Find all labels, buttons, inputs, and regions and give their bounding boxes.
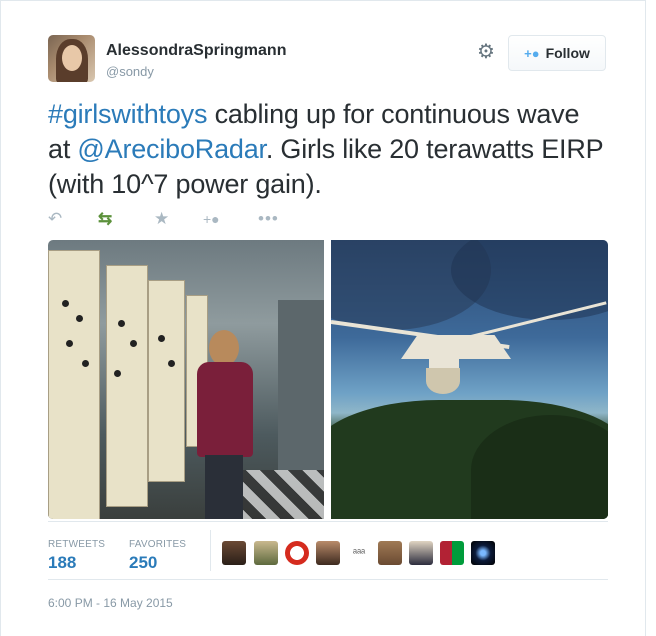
favoriter-avatar[interactable] <box>440 541 464 565</box>
photo-control-room[interactable] <box>48 240 324 519</box>
retweets-label: RETWEETS <box>48 539 106 550</box>
favorites-count: 250 <box>129 553 158 572</box>
tweet-card: AlessondraSpringmann @sondy ⚙ +● Follow … <box>0 0 646 636</box>
avatar[interactable] <box>48 35 95 82</box>
retweet-icon[interactable]: ⇆ <box>98 209 112 229</box>
follow-button-label: Follow <box>545 45 590 61</box>
retweets-count: 188 <box>48 553 77 572</box>
photo-arecibo-telescope[interactable] <box>331 240 608 519</box>
favoriter-avatar[interactable] <box>471 541 495 565</box>
add-user-icon: +● <box>524 45 540 61</box>
favoriter-avatar[interactable] <box>254 541 278 565</box>
gear-icon[interactable]: ⚙ <box>475 41 497 63</box>
favoriter-avatar[interactable] <box>285 541 309 565</box>
media-grid <box>48 240 608 519</box>
reply-icon[interactable]: ↶ <box>48 209 62 229</box>
retweets-stat[interactable]: RETWEETS 188 <box>48 539 105 573</box>
hashtag-link[interactable]: #girlswithtoys <box>48 99 207 129</box>
favoriter-avatar[interactable] <box>222 541 246 565</box>
favorites-stat[interactable]: FAVORITES 250 <box>129 539 186 573</box>
tweet-stats: RETWEETS 188 FAVORITES 250 ᵃᵃᵃ <box>48 521 608 580</box>
stats-divider <box>210 530 211 571</box>
more-icon[interactable]: ••• <box>258 209 279 229</box>
favoriter-avatar[interactable] <box>316 541 340 565</box>
user-name[interactable]: AlessondraSpringmann <box>106 42 286 60</box>
add-user-icon[interactable]: +● <box>203 209 220 229</box>
favoriter-avatar[interactable]: ᵃᵃᵃ <box>347 541 371 565</box>
favoriter-avatar[interactable] <box>409 541 433 565</box>
tweet-timestamp[interactable]: 6:00 PM - 16 May 2015 <box>48 596 173 610</box>
favorites-label: FAVORITES <box>129 539 187 550</box>
mention-link[interactable]: @AreciboRadar <box>77 134 266 164</box>
favoriter-avatar[interactable] <box>378 541 402 565</box>
follow-button[interactable]: +● Follow <box>508 35 606 71</box>
user-handle[interactable]: @sondy <box>106 64 154 79</box>
tweet-text: #girlswithtoys cabling up for continuous… <box>48 97 608 202</box>
star-icon[interactable]: ★ <box>154 209 169 229</box>
